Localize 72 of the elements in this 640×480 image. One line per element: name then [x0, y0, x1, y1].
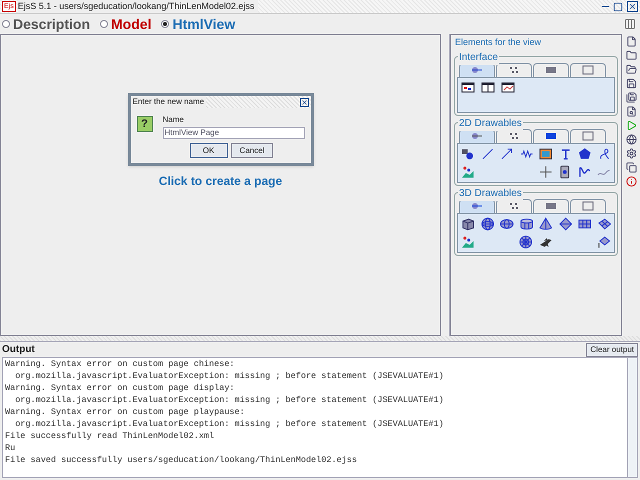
surface-icon[interactable]: [597, 234, 611, 248]
palette-tab[interactable]: [570, 62, 606, 76]
palette-tab[interactable]: [570, 198, 606, 212]
diamond-icon[interactable]: [558, 216, 572, 230]
ellipsoid-icon[interactable]: [500, 216, 514, 230]
log-line: File successfully read ThinLenModel02.xml: [5, 430, 216, 442]
palette-tab[interactable]: [533, 198, 569, 212]
log-line: org.mozilla.javascript.EvaluatorException: missing ; before statement (JSEVALUATE#1): [14, 394, 445, 406]
grid-plane-icon[interactable]: [578, 216, 592, 230]
dialog-button[interactable]: Cancel: [230, 143, 274, 158]
plot-frame-icon[interactable]: [501, 80, 515, 94]
log-line: Warning. Syntax error on custom page playpause:: [5, 406, 246, 418]
spring-icon[interactable]: [520, 146, 533, 160]
file-search-icon[interactable]: [626, 106, 636, 117]
group-title: Interface: [458, 50, 499, 64]
surface-icon[interactable]: [598, 216, 611, 230]
container-icon: [582, 131, 594, 141]
log-line: Warning. Syntax error on custom page display:: [5, 382, 236, 394]
clear-output-button[interactable]: Clear output: [586, 342, 638, 356]
group-title: 2D Drawables: [458, 116, 523, 130]
output-title: Output: [2, 343, 35, 357]
folder-icon[interactable]: [626, 50, 636, 61]
scalar-field-icon[interactable]: [461, 164, 475, 178]
window-title: EjsS 5.1 - users/sgeducation/lookang/ThinLenModel02.ejss: [18, 0, 258, 14]
info-icon[interactable]: [626, 176, 636, 187]
dots-icon: [508, 131, 520, 141]
disk-icon[interactable]: [519, 234, 533, 248]
log-line: Ru: [5, 442, 16, 454]
cube-icon[interactable]: [461, 216, 474, 230]
close-icon[interactable]: [627, 1, 638, 12]
close-icon[interactable]: [300, 98, 308, 106]
palette-tab[interactable]: [533, 62, 569, 76]
scrollbar[interactable]: [627, 358, 637, 477]
question-icon: ?: [136, 116, 152, 132]
wave-icon[interactable]: [578, 164, 592, 178]
panel-icon[interactable]: [481, 80, 495, 94]
dots-icon: [508, 201, 520, 211]
window-icon[interactable]: [461, 80, 475, 94]
save-all-icon[interactable]: [626, 92, 636, 103]
curve-icon[interactable]: [598, 146, 611, 160]
dialog-title: Enter the new name: [130, 96, 206, 108]
layout-icon[interactable]: [624, 18, 636, 30]
field-label: Name: [162, 114, 185, 126]
line-icon[interactable]: [480, 146, 494, 160]
globe-icon[interactable]: [626, 134, 636, 145]
canister-icon[interactable]: [558, 164, 572, 178]
group-title: 3D Drawables: [458, 186, 523, 200]
palette-tab[interactable]: [570, 128, 606, 142]
log-line: File saved successfully users/sgeducation/lookang/ThinLenModel02.ejss: [5, 454, 358, 466]
cone-icon[interactable]: [539, 216, 552, 230]
cylinder-icon[interactable]: [520, 216, 533, 230]
log-line: Warning. Syntax error on custom page chinese:: [5, 358, 236, 370]
copy-icon[interactable]: [626, 162, 636, 173]
create-page-link[interactable]: Click to create a page: [158, 172, 282, 190]
pentagon-icon[interactable]: [578, 146, 592, 160]
panel-title: Elements for the view: [454, 36, 542, 49]
shape-icon[interactable]: [461, 146, 474, 160]
new-file-icon[interactable]: [626, 36, 636, 47]
save-icon[interactable]: [626, 78, 636, 89]
image-icon[interactable]: [539, 146, 552, 160]
dialog-button[interactable]: OK: [190, 143, 228, 158]
maximize-icon[interactable]: [613, 2, 623, 12]
palette-tab[interactable]: [533, 128, 569, 142]
scalar-field-icon[interactable]: [461, 234, 475, 248]
arrow-icon[interactable]: [500, 146, 514, 160]
name-field[interactable]: HtmlView Page: [162, 127, 304, 139]
log-line: org.mozilla.javascript.EvaluatorException: missing ; before statement (JSEVALUATE#1): [14, 370, 445, 382]
settings-icon[interactable]: [626, 148, 636, 159]
open-folder-icon[interactable]: [626, 64, 636, 75]
palette-tab[interactable]: [496, 62, 532, 76]
log-line: org.mozilla.javascript.EvaluatorException: missing ; before statement (JSEVALUATE#1): [14, 418, 445, 430]
cross-icon[interactable]: [538, 164, 552, 178]
